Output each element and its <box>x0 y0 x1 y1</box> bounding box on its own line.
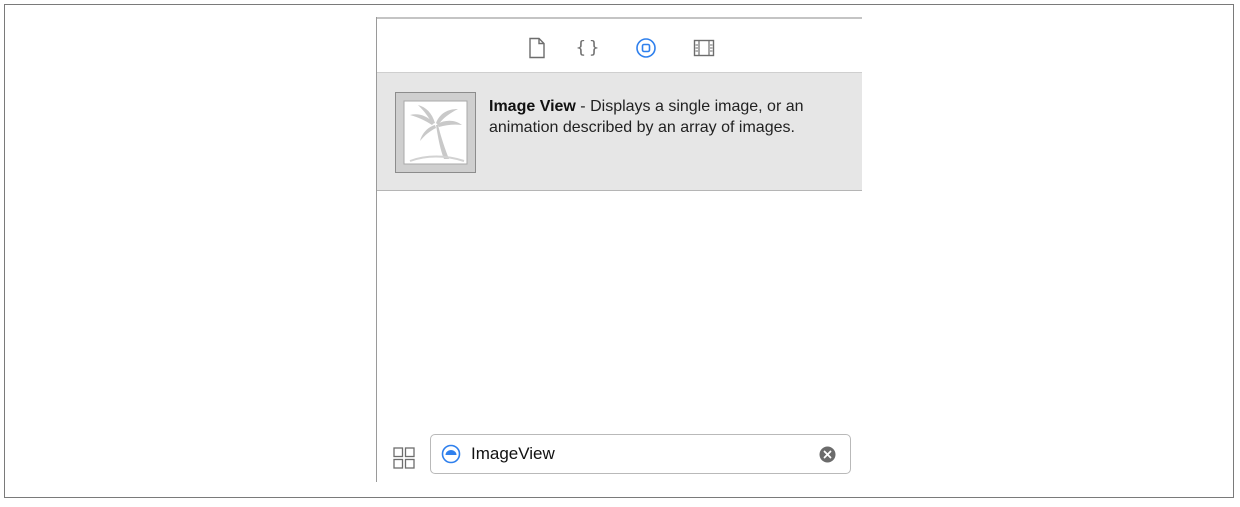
library-tab-bar: {} <box>377 19 862 72</box>
file-template-icon[interactable] <box>526 37 548 59</box>
library-filter-bar <box>377 433 862 481</box>
image-view-icon <box>395 92 476 173</box>
grid-view-icon[interactable] <box>393 447 415 469</box>
clear-icon[interactable] <box>819 446 836 463</box>
filter-scope-icon[interactable] <box>441 444 461 464</box>
library-item-title: Image View <box>489 98 576 115</box>
library-filter-field[interactable] <box>430 434 851 474</box>
code-snippet-label: {} <box>575 38 603 58</box>
library-panel: {} Image View - Displays a single image,… <box>376 17 863 482</box>
media-library-icon[interactable] <box>693 37 715 59</box>
library-item-description: Image View - Displays a single image, or… <box>489 96 849 138</box>
library-filter-input[interactable] <box>471 441 801 467</box>
library-item-image-view[interactable]: Image View - Displays a single image, or… <box>377 72 862 191</box>
code-snippet-icon[interactable]: {} <box>575 37 603 59</box>
object-library-icon[interactable] <box>635 37 657 59</box>
